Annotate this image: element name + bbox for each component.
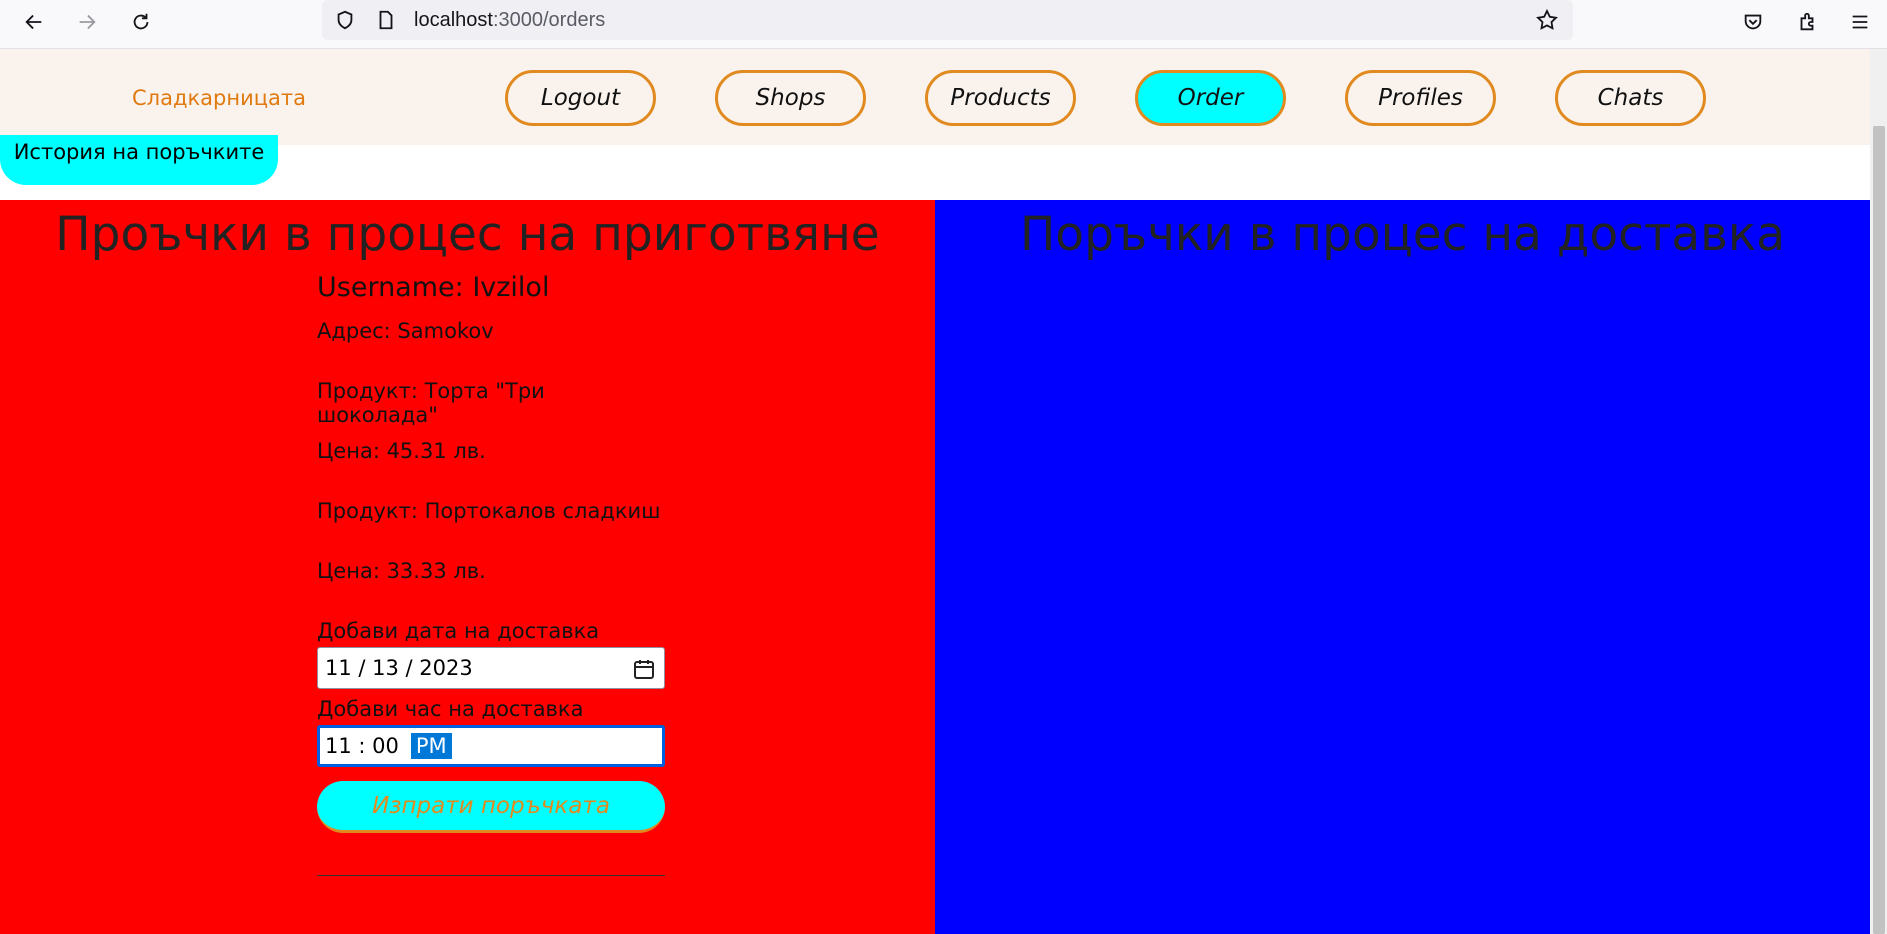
products-button[interactable]: Products <box>925 70 1076 126</box>
page-icon[interactable] <box>375 9 397 31</box>
browser-toolbar: localhost:3000/orders <box>0 0 1887 49</box>
orders-preparing-panel: Проъчки в процес на приготвяне Username:… <box>0 200 935 934</box>
order-price: Цена: 33.33 лв. <box>317 559 486 583</box>
order-button[interactable]: Order <box>1135 70 1286 126</box>
forward-icon[interactable] <box>71 6 103 38</box>
scrollbar-thumb[interactable] <box>1873 126 1885 934</box>
shield-icon[interactable] <box>334 9 356 31</box>
divider <box>317 875 665 876</box>
url-bar[interactable]: localhost:3000/orders <box>322 0 1573 40</box>
app-navbar: Сладкарницата Logout Shops Products Orde… <box>0 49 1887 145</box>
order-product: Продукт: Торта "Три шоколада" <box>317 379 545 427</box>
delivery-time-ampm[interactable]: PM <box>410 733 452 759</box>
order-price: Цена: 45.31 лв. <box>317 439 486 463</box>
chats-button[interactable]: Chats <box>1555 70 1706 126</box>
back-icon[interactable] <box>18 6 50 38</box>
bookmark-star-icon[interactable] <box>1535 8 1559 32</box>
panel-title: Поръчки в процес на доставка <box>1019 207 1786 262</box>
orders-delivering-panel: Поръчки в процес на доставка <box>935 200 1870 934</box>
calendar-icon[interactable] <box>632 657 656 681</box>
delivery-time-value: 11 : 00 <box>325 734 399 758</box>
order-history-button[interactable]: История на поръчките <box>0 135 278 185</box>
delivery-date-value: 11 / 13 / 2023 <box>325 656 473 680</box>
reload-icon[interactable] <box>125 6 157 38</box>
delivery-time-input[interactable]: 11 : 00 PM <box>317 725 665 767</box>
logout-button[interactable]: Logout <box>505 70 656 126</box>
menu-icon[interactable] <box>1844 6 1876 38</box>
extensions-icon[interactable] <box>1791 6 1823 38</box>
profiles-button[interactable]: Profiles <box>1345 70 1496 126</box>
order-username: Username: Ivzilol <box>317 272 550 303</box>
url-text[interactable]: localhost:3000/orders <box>414 9 605 32</box>
order-address: Адрес: Samokov <box>317 319 494 343</box>
delivery-time-label: Добави час на доставка <box>317 697 584 721</box>
delivery-date-label: Добави дата на доставка <box>317 619 600 643</box>
pocket-icon[interactable] <box>1737 6 1769 38</box>
send-order-button[interactable]: Изпрати поръчката <box>317 781 665 833</box>
shops-button[interactable]: Shops <box>715 70 866 126</box>
panel-title: Проъчки в процес на приготвяне <box>55 207 880 262</box>
order-product: Продукт: Портокалов сладкиш <box>317 499 661 523</box>
delivery-date-input[interactable]: 11 / 13 / 2023 <box>317 647 665 689</box>
brand-link[interactable]: Сладкарницата <box>132 86 306 110</box>
order-card: Username: Ivzilol Адрес: Samokov Продукт… <box>317 272 665 876</box>
